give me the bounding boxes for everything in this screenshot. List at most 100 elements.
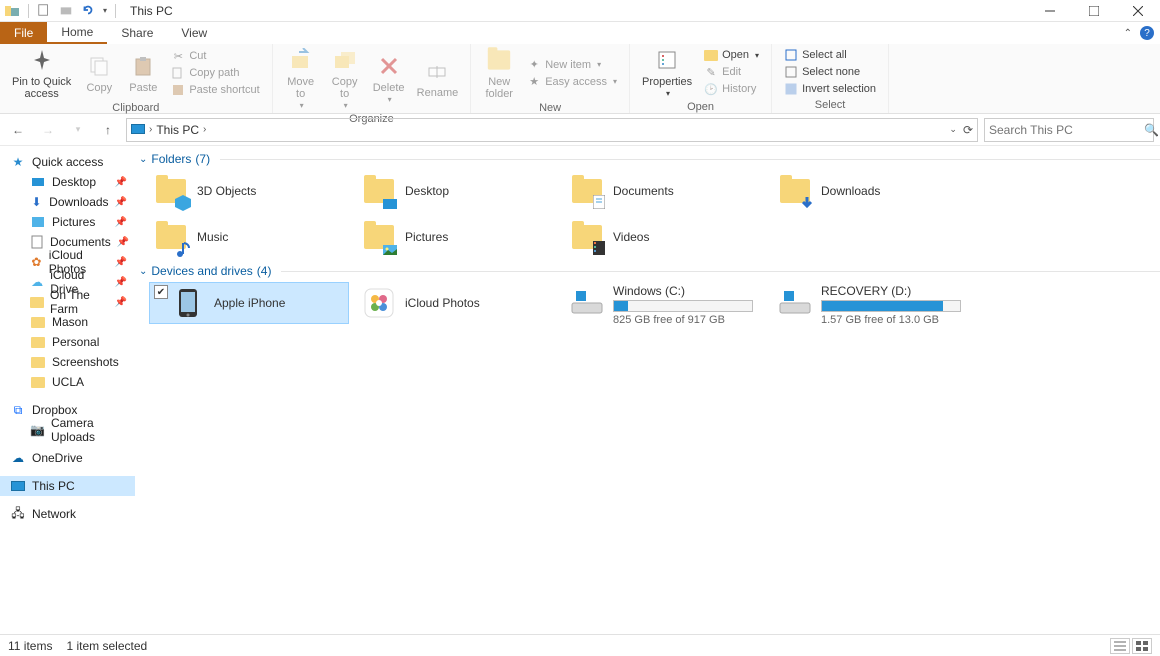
close-button[interactable] xyxy=(1116,0,1160,22)
separator xyxy=(28,4,29,18)
nav-item[interactable]: Screenshots xyxy=(0,352,135,372)
cut-button[interactable]: ✂Cut xyxy=(169,48,261,64)
group-header-devices[interactable]: ⌄ Devices and drives (4) xyxy=(139,264,1160,278)
nav-network[interactable]: 🖧 Network xyxy=(0,504,135,524)
nav-item-label: Personal xyxy=(52,335,99,349)
qat-properties-icon[interactable] xyxy=(37,3,53,19)
nav-this-pc[interactable]: This PC xyxy=(0,476,135,496)
qat-new-folder-icon[interactable] xyxy=(59,3,75,19)
edit-button[interactable]: ✎Edit xyxy=(702,64,761,80)
maximize-button[interactable] xyxy=(1072,0,1116,22)
group-header-folders[interactable]: ⌄ Folders (7) xyxy=(139,152,1160,166)
folder-icon xyxy=(153,173,189,209)
drive-usage-bar xyxy=(821,300,961,312)
nav-item[interactable]: Mason xyxy=(0,312,135,332)
nav-up-button[interactable]: ↑ xyxy=(96,118,120,142)
refresh-icon[interactable]: ⟳ xyxy=(963,123,973,137)
tab-file[interactable]: File xyxy=(0,22,47,44)
device-tile[interactable]: iCloud Photos xyxy=(357,282,557,324)
nav-item-label: Pictures xyxy=(52,215,95,229)
nav-item[interactable]: ⬇Downloads📌 xyxy=(0,192,135,212)
qat-dropdown-icon[interactable]: ▾ xyxy=(103,6,107,15)
search-input[interactable] xyxy=(989,123,1144,137)
copy-to-button[interactable]: Copy to▾ xyxy=(323,44,367,113)
nav-quick-access[interactable]: ★ Quick access xyxy=(0,152,135,172)
address-dropdown-icon[interactable]: ⌄ xyxy=(949,124,957,135)
nav-onedrive[interactable]: ☁ OneDrive xyxy=(0,448,135,468)
pin-to-quick-access-button[interactable]: Pin to Quick access xyxy=(6,44,77,102)
folder-tile[interactable]: Music xyxy=(149,216,349,258)
ribbon-collapse-icon[interactable]: ⌃ xyxy=(1124,28,1132,39)
address-bar: ← → ▾ ↑ › This PC › ⌄ ⟳ 🔍 xyxy=(0,114,1160,146)
folder-tile[interactable]: Documents xyxy=(565,170,765,212)
history-button[interactable]: 🕑History xyxy=(702,81,761,97)
copy-button[interactable]: Copy xyxy=(77,50,121,96)
ribbon-group-new: New folder ✦New item▾ ★Easy access▾ New xyxy=(471,44,630,113)
this-pc-icon xyxy=(131,123,145,137)
nav-item[interactable]: UCLA xyxy=(0,372,135,392)
tab-home[interactable]: Home xyxy=(47,22,107,44)
move-to-button[interactable]: Move to▾ xyxy=(279,44,323,113)
tab-share[interactable]: Share xyxy=(107,22,167,44)
copy-path-button[interactable]: Copy path xyxy=(169,65,261,81)
folder-tile[interactable]: Pictures xyxy=(357,216,557,258)
invert-selection-button[interactable]: Invert selection xyxy=(782,81,878,97)
chevron-right-icon[interactable]: › xyxy=(149,124,152,135)
new-item-button[interactable]: ✦New item▾ xyxy=(525,57,619,73)
folder-tile[interactable]: 3D Objects xyxy=(149,170,349,212)
drive-icon xyxy=(569,284,605,320)
nav-back-button[interactable]: ← xyxy=(6,118,30,142)
chevron-right-icon[interactable]: › xyxy=(203,124,206,135)
easy-access-button[interactable]: ★Easy access▾ xyxy=(525,74,619,90)
search-box[interactable]: 🔍 xyxy=(984,118,1154,142)
rename-button[interactable]: Rename xyxy=(411,55,465,101)
view-large-icons-button[interactable] xyxy=(1132,638,1152,654)
nav-forward-button[interactable]: → xyxy=(36,118,60,142)
folder-tile[interactable]: Videos xyxy=(565,216,765,258)
view-details-button[interactable] xyxy=(1110,638,1130,654)
folder-label: Documents xyxy=(613,184,674,198)
ribbon-group-clipboard: Pin to Quick access Copy Paste ✂Cut Copy… xyxy=(0,44,273,113)
history-icon: 🕑 xyxy=(704,82,718,96)
nav-item[interactable]: Personal xyxy=(0,332,135,352)
nav-camera-uploads[interactable]: 📷 Camera Uploads xyxy=(0,420,135,440)
star-icon: ★ xyxy=(10,154,26,170)
tab-view[interactable]: View xyxy=(167,22,221,44)
navigation-pane: ★ Quick access Desktop📌⬇Downloads📌Pictur… xyxy=(0,146,135,634)
nav-item-label: Mason xyxy=(52,315,88,329)
qat-undo-icon[interactable] xyxy=(81,3,97,19)
device-icon xyxy=(361,285,397,321)
address-box[interactable]: › This PC › ⌄ ⟳ xyxy=(126,118,978,142)
paste-shortcut-button[interactable]: Paste shortcut xyxy=(169,82,261,98)
camera-icon: 📷 xyxy=(30,422,45,438)
nav-item[interactable]: Desktop📌 xyxy=(0,172,135,192)
copy-icon xyxy=(85,52,113,80)
folder-tile[interactable]: Downloads xyxy=(773,170,973,212)
device-label: Apple iPhone xyxy=(214,296,285,310)
folder-tile[interactable]: Desktop xyxy=(357,170,557,212)
status-item-count: 11 items xyxy=(8,639,52,653)
drive-tile[interactable]: RECOVERY (D:)1.57 GB free of 13.0 GB xyxy=(773,282,973,328)
ribbon-group-open: Properties▾ Open▾ ✎Edit 🕑History Open xyxy=(630,44,772,113)
properties-button[interactable]: Properties▾ xyxy=(636,44,698,101)
device-tile[interactable]: ✔ Apple iPhone xyxy=(149,282,349,324)
delete-button[interactable]: Delete▾ xyxy=(367,50,411,107)
select-all-button[interactable]: Select all xyxy=(782,47,878,63)
select-none-button[interactable]: Select none xyxy=(782,64,878,80)
pin-icon: 📌 xyxy=(115,217,127,228)
minimize-button[interactable] xyxy=(1028,0,1072,22)
new-folder-button[interactable]: New folder xyxy=(477,44,521,102)
ribbon-group-organize: Move to▾ Copy to▾ Delete▾ Rename Organiz… xyxy=(273,44,472,113)
invert-selection-icon xyxy=(784,82,798,96)
onedrive-icon: ☁ xyxy=(10,450,26,466)
search-icon[interactable]: 🔍 xyxy=(1144,123,1159,137)
nav-item[interactable]: On The Farm📌 xyxy=(0,292,135,312)
nav-recent-dropdown[interactable]: ▾ xyxy=(66,118,90,142)
selection-checkbox[interactable]: ✔ xyxy=(154,285,168,299)
open-button[interactable]: Open▾ xyxy=(702,47,761,63)
help-icon[interactable]: ? xyxy=(1140,26,1154,40)
breadcrumb-this-pc[interactable]: This PC xyxy=(156,123,199,137)
paste-button[interactable]: Paste xyxy=(121,50,165,96)
drive-tile[interactable]: Windows (C:)825 GB free of 917 GB xyxy=(565,282,765,328)
nav-item[interactable]: Pictures 📌 xyxy=(0,212,135,232)
